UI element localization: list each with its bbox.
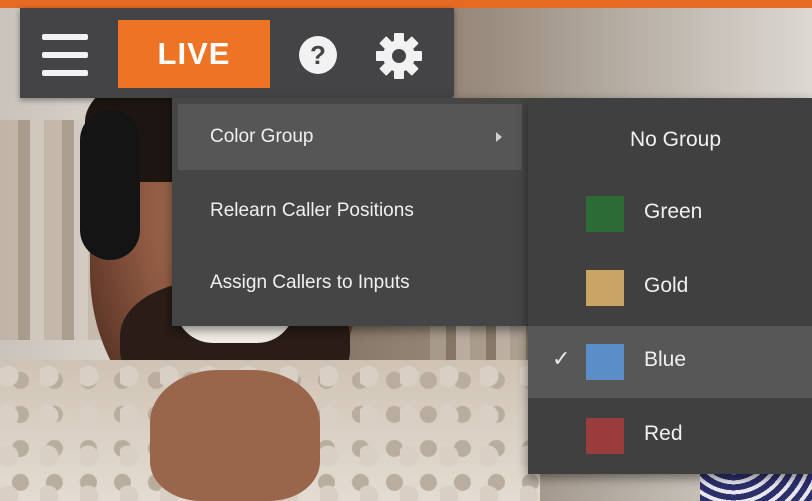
color-swatch-red: [586, 418, 624, 454]
menu-item-label: Color Group: [210, 126, 314, 147]
submenu-item-label: Green: [644, 200, 703, 223]
help-icon[interactable]: ?: [298, 35, 338, 75]
toolbar: LIVE ?: [20, 8, 454, 98]
color-swatch-gold: [586, 270, 624, 306]
color-swatch-blue: [586, 344, 624, 380]
menu-item-assign-callers-to-inputs[interactable]: Assign Callers to Inputs: [178, 250, 522, 316]
checkmark-icon: ✓: [552, 346, 571, 371]
chevron-right-icon: [496, 132, 502, 142]
gear-icon[interactable]: [375, 32, 423, 80]
submenu-item-red[interactable]: Red: [528, 400, 812, 472]
color-swatch-green: [586, 196, 624, 232]
menu-item-label: Assign Callers to Inputs: [210, 272, 410, 293]
submenu-item-green[interactable]: Green: [528, 178, 812, 250]
submenu-item-no-group[interactable]: No Group: [528, 106, 812, 178]
svg-text:?: ?: [310, 40, 326, 70]
submenu-item-label: Blue: [644, 348, 687, 371]
submenu-item-blue[interactable]: ✓ Blue: [528, 326, 812, 398]
color-group-submenu: No Group Green Gold ✓ Blue Red: [528, 98, 812, 474]
menu-item-relearn-caller-positions[interactable]: Relearn Caller Positions: [178, 178, 522, 244]
top-accent-strip: [0, 0, 812, 8]
submenu-item-label: Gold: [644, 274, 689, 297]
live-button[interactable]: LIVE: [118, 20, 270, 88]
menu-item-label: Relearn Caller Positions: [210, 200, 414, 221]
submenu-item-label: No Group: [630, 128, 722, 151]
submenu-item-gold[interactable]: Gold: [528, 252, 812, 324]
hamburger-menu-icon[interactable]: [42, 34, 88, 76]
menu-item-color-group[interactable]: Color Group: [178, 104, 522, 170]
context-menu: Color Group Relearn Caller Positions Ass…: [172, 98, 528, 326]
submenu-item-label: Red: [644, 422, 683, 445]
